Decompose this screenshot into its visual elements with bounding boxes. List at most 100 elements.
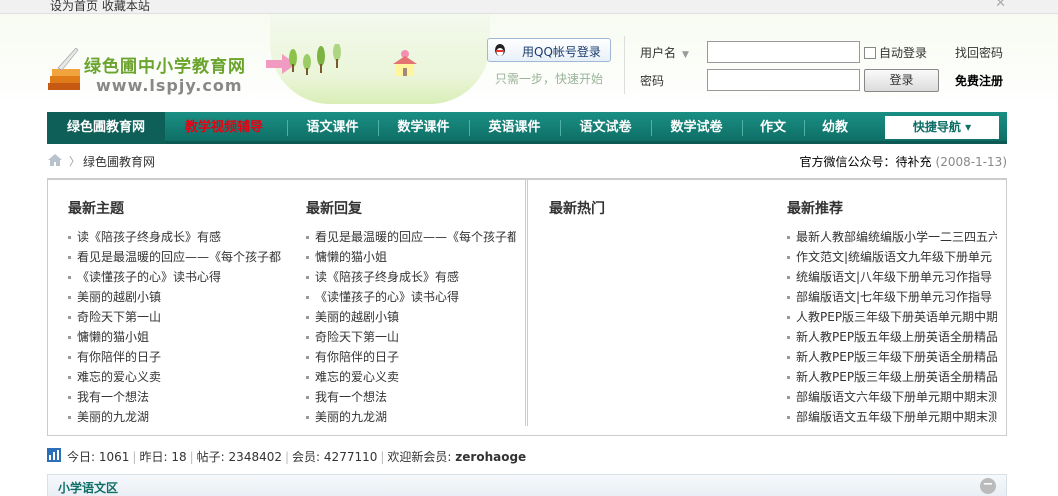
latest-replies-list: 看见是最温暖的回应——《每个孩子都 慵懒的猫小姐 读《陪孩子终身成长》有感 《读… — [306, 227, 516, 427]
nav-item-preschool[interactable]: 幼教 — [804, 112, 866, 144]
members-count: 4277110 — [323, 450, 378, 464]
main-nav: 绿色圃教育网 教学视频辅导 语文课件 数学课件 英语课件 语文试卷 数学试卷 作… — [47, 112, 1007, 144]
username-input[interactable] — [707, 41, 860, 63]
list-item[interactable]: 作文范文|统编版语文九年级下册单元 — [787, 247, 997, 267]
nav-item-math-courseware[interactable]: 数学课件 — [378, 112, 469, 144]
qq-login-label: 用QQ帐号登录 — [522, 45, 601, 59]
list-item[interactable]: 难忘的爱心义卖 — [68, 367, 288, 387]
stats-divider: | — [189, 450, 194, 464]
list-item[interactable]: 部编版语文|七年级下册单元习作指导 — [787, 287, 997, 307]
header-divider — [624, 36, 625, 94]
posts-count: 2348402 — [228, 450, 282, 464]
list-item[interactable]: 奇险天下第一山 — [306, 327, 516, 347]
password-label: 密码 — [640, 74, 665, 88]
list-item[interactable]: 慵懒的猫小姐 — [68, 327, 288, 347]
list-item[interactable]: 我有一个想法 — [68, 387, 288, 407]
recommend-list: 最新人教部编统编版小学一二三四五六 作文范文|统编版语文九年级下册单元 统编版语… — [787, 227, 997, 427]
nav-item-home[interactable]: 绿色圃教育网 — [47, 112, 165, 144]
nav-item-chinese-courseware[interactable]: 语文课件 — [287, 112, 378, 144]
latest-topics-list: 读《陪孩子终身成长》有感 看见是最温暖的回应——《每个孩子都 《读懂孩子的心》读… — [68, 227, 288, 427]
books-icon — [48, 48, 80, 90]
list-item[interactable]: 部编版语文五年级下册单元期中期末测 — [787, 407, 997, 427]
qq-icon — [495, 44, 505, 56]
panel-divider — [525, 180, 528, 426]
list-item[interactable]: 统编版语文|八年级下册单元习作指导 — [787, 267, 997, 287]
list-item[interactable]: 我有一个想法 — [306, 387, 516, 407]
list-item[interactable]: 新人教PEP版三年级上册英语全册精品 — [787, 367, 997, 387]
list-item[interactable]: 看见是最温暖的回应——《每个孩子都 — [68, 247, 288, 267]
nav-item-video[interactable]: 教学视频辅导 — [165, 112, 283, 144]
username-label-text: 用户名 — [640, 46, 677, 60]
stats-divider: | — [285, 450, 290, 464]
latest-replies-panel: 最新回复 看见是最温暖的回应——《每个孩子都 慵懒的猫小姐 读《陪孩子终身成长》… — [306, 198, 516, 427]
qq-login-hint: 只需一步，快速开始 — [495, 72, 604, 86]
list-item[interactable]: 部编版语文六年级下册单元期中期末测 — [787, 387, 997, 407]
stats-divider: | — [380, 450, 385, 464]
username-label[interactable]: 用户名 ▼ — [640, 44, 689, 61]
site-header: 绿色圃中小学教育网 www.lspjy.com 用QQ帐号登录 只需一步，快速开… — [0, 14, 1058, 110]
list-item[interactable]: 最新人教部编统编版小学一二三四五六 — [787, 227, 997, 247]
close-icon[interactable]: ✕ — [995, 0, 1006, 11]
latest-replies-title: 最新回复 — [306, 201, 362, 217]
forum-stats: 今日: 1061 | 昨日: 18 | 帖子: 2348402 | 会员: 4277110 |… — [47, 446, 1007, 466]
list-item[interactable]: 美丽的九龙湖 — [68, 407, 288, 427]
breadcrumb-separator-icon: 〉 — [69, 155, 80, 168]
chevron-down-icon: ▼ — [682, 50, 689, 60]
list-item[interactable]: 《读懂孩子的心》读书心得 — [306, 287, 516, 307]
list-item[interactable]: 美丽的九龙湖 — [306, 407, 516, 427]
list-item[interactable]: 看见是最温暖的回应——《每个孩子都 — [306, 227, 516, 247]
yesterday-count: 18 — [171, 450, 187, 464]
list-item[interactable]: 读《陪孩子终身成长》有感 — [68, 227, 288, 247]
nav-item-composition[interactable]: 作文 — [742, 112, 804, 144]
auto-login-checkbox[interactable]: 自动登录 — [864, 44, 927, 61]
list-item[interactable]: 慵懒的猫小姐 — [306, 247, 516, 267]
list-item[interactable]: 《读懂孩子的心》读书心得 — [68, 267, 288, 287]
collapse-icon[interactable]: − — [980, 478, 996, 494]
home-icon[interactable] — [47, 153, 63, 167]
welcome-label: 欢迎新会员: — [387, 450, 452, 464]
house-icon — [393, 50, 417, 76]
hot-title: 最新热门 — [549, 201, 605, 217]
list-item[interactable]: 有你陪伴的日子 — [306, 347, 516, 367]
trees-icon — [289, 44, 341, 75]
stats-text: 今日: 1061 | 昨日: 18 | 帖子: 2348402 | 会员: 4277110 |… — [67, 448, 526, 465]
list-item[interactable]: 新人教PEP版三年级下册英语全册精品 — [787, 347, 997, 367]
logo-url: www.lspjy.com — [96, 76, 243, 95]
set-home-link[interactable]: 设为首页 — [50, 0, 98, 13]
login-button[interactable]: 登录 — [864, 69, 939, 92]
checkbox-box[interactable] — [864, 47, 876, 59]
qq-login-button[interactable]: 用QQ帐号登录 — [487, 38, 611, 62]
password-input[interactable] — [707, 69, 860, 91]
quick-nav-button[interactable]: 快捷导航 ▾ — [885, 116, 999, 139]
find-password-link[interactable]: 找回密码 — [955, 44, 1003, 61]
posts-label: 帖子: — [196, 450, 225, 464]
stats-divider: | — [132, 450, 137, 464]
breadcrumb: 〉 绿色圃教育网 官方微信公众号：待补充 (2008-1-13) — [47, 150, 1007, 172]
yesterday-label: 昨日: — [139, 450, 168, 464]
top-bar: 设为首页 收藏本站 ✕ — [0, 0, 1058, 14]
nav-item-math-papers[interactable]: 数学试卷 — [651, 112, 742, 144]
nav-item-english-courseware[interactable]: 英语课件 — [469, 112, 560, 144]
top-links: 设为首页 收藏本站 — [50, 0, 150, 14]
bookmark-link[interactable]: 收藏本站 — [102, 0, 150, 13]
list-item[interactable]: 难忘的爱心义卖 — [306, 367, 516, 387]
breadcrumb-current[interactable]: 绿色圃教育网 — [83, 153, 155, 170]
latest-topics-title: 最新主题 — [68, 201, 124, 217]
list-item[interactable]: 人教PEP版三年级下册英语单元期中期 — [787, 307, 997, 327]
nav-item-chinese-papers[interactable]: 语文试卷 — [560, 112, 651, 144]
list-item[interactable]: 美丽的越剧小镇 — [68, 287, 288, 307]
section-title[interactable]: 小学语文区 — [58, 479, 118, 496]
list-item[interactable]: 新人教PEP版五年级上册英语全册精品 — [787, 327, 997, 347]
list-item[interactable]: 有你陪伴的日子 — [68, 347, 288, 367]
list-item[interactable]: 奇险天下第一山 — [68, 307, 288, 327]
today-count: 1061 — [98, 450, 130, 464]
today-label: 今日: — [67, 450, 96, 464]
hot-panel: 最新热门 — [549, 198, 749, 227]
list-item[interactable]: 读《陪孩子终身成长》有感 — [306, 267, 516, 287]
wechat-text: 官方微信公众号：待补充 — [799, 155, 932, 169]
auto-login-label: 自动登录 — [879, 46, 928, 60]
list-item[interactable]: 美丽的越剧小镇 — [306, 307, 516, 327]
site-logo[interactable]: 绿色圃中小学教育网 www.lspjy.com — [48, 34, 308, 104]
newest-member-link[interactable]: zerohaoge — [455, 450, 526, 464]
register-link[interactable]: 免费注册 — [955, 72, 1003, 89]
